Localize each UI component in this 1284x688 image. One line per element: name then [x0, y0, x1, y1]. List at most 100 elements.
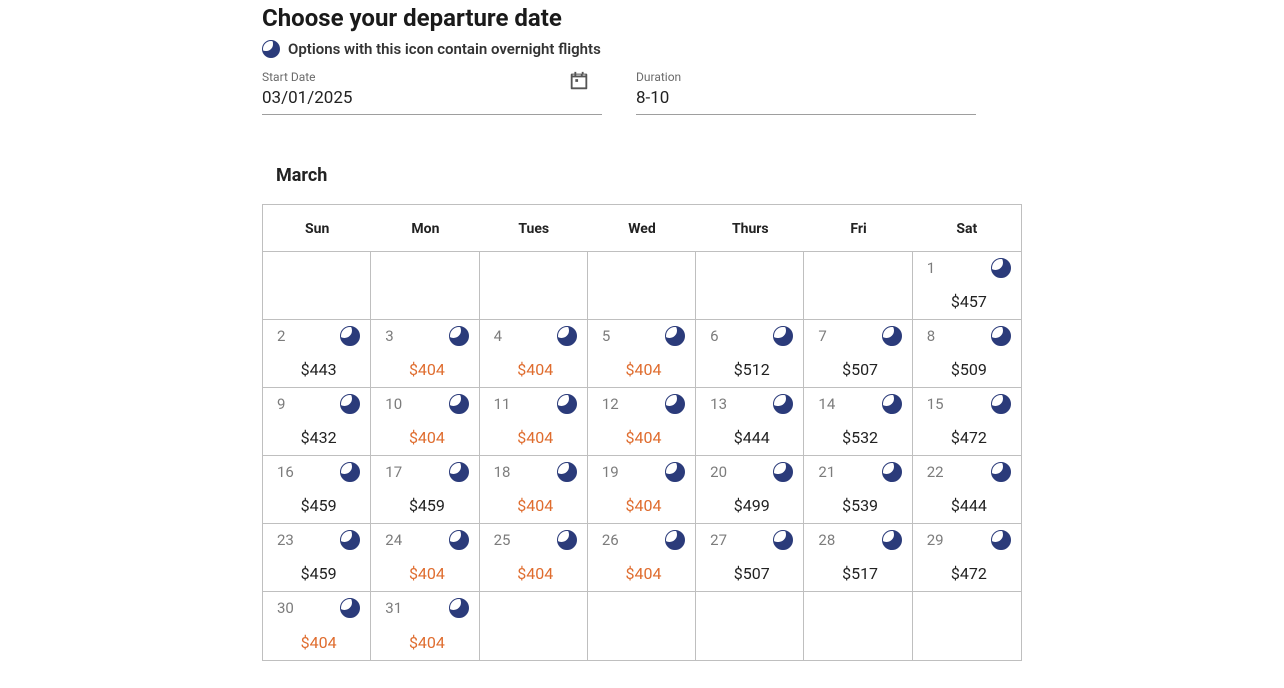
calendar-day-number: 26 — [602, 531, 619, 549]
calendar-cell[interactable]: 2$443 — [263, 320, 371, 388]
calendar-cell[interactable]: 29 $472 — [913, 524, 1021, 592]
overnight-icon — [991, 530, 1011, 550]
calendar-month-label: March — [276, 165, 1022, 186]
calendar-day-price: $539 — [818, 496, 901, 517]
overnight-icon — [449, 394, 469, 414]
calendar-day-price: $404 — [385, 360, 468, 381]
calendar-cell-empty — [588, 252, 696, 320]
calendar-cell[interactable]: 17$459 — [371, 456, 479, 524]
calendar-cell-empty — [480, 592, 588, 660]
calendar-day-number: 18 — [494, 463, 511, 481]
calendar-day-price: $459 — [277, 564, 360, 585]
overnight-icon — [449, 530, 469, 550]
calendar-day-number: 24 — [385, 531, 402, 549]
calendar-cell[interactable]: 30 $404 — [263, 592, 371, 660]
calendar-cell[interactable]: 7$507 — [804, 320, 912, 388]
calendar-cell[interactable]: 16$459 — [263, 456, 371, 524]
calendar-day-price: $472 — [927, 428, 1011, 449]
calendar-cell[interactable]: 12 $404 — [588, 388, 696, 456]
calendar-cell[interactable]: 28$517 — [804, 524, 912, 592]
calendar-cell[interactable]: 3$404 — [371, 320, 479, 388]
calendar-day-price: $404 — [494, 496, 577, 517]
calendar-cell[interactable]: 6$512 — [696, 320, 804, 388]
start-date-input[interactable] — [262, 88, 602, 108]
calendar-day-price: $512 — [710, 360, 793, 381]
calendar-day-number: 23 — [277, 531, 294, 549]
calendar-day-number: 19 — [602, 463, 619, 481]
calendar-cell[interactable]: 25$404 — [480, 524, 588, 592]
calendar-day-price: $443 — [277, 360, 360, 381]
start-date-field[interactable]: Start Date — [262, 70, 602, 115]
overnight-icon — [991, 258, 1011, 278]
overnight-icon — [882, 530, 902, 550]
calendar-day-price: $404 — [277, 633, 360, 654]
calendar-cell[interactable]: 15 $472 — [913, 388, 1021, 456]
calendar-day-price: $432 — [277, 428, 360, 449]
calendar-cell[interactable]: 9 $432 — [263, 388, 371, 456]
calendar-day-price: $507 — [710, 564, 793, 585]
calendar-day-number: 29 — [927, 531, 944, 549]
calendar-day-number: 9 — [277, 395, 285, 413]
calendar-weekday: Mon — [371, 205, 479, 251]
calendar-day-price: $444 — [927, 496, 1011, 517]
overnight-icon — [340, 530, 360, 550]
calendar-cell-empty — [263, 252, 371, 320]
calendar-cell[interactable]: 26 $404 — [588, 524, 696, 592]
duration-label: Duration — [636, 70, 976, 84]
calendar-icon[interactable] — [568, 70, 590, 92]
calendar-cell[interactable]: 1$457 — [913, 252, 1021, 320]
calendar-cell[interactable]: 19$404 — [588, 456, 696, 524]
calendar-day-price: $459 — [277, 496, 360, 517]
calendar-cell[interactable]: 13$444 — [696, 388, 804, 456]
calendar-day-number: 31 — [385, 599, 402, 617]
calendar-cell[interactable]: 27$507 — [696, 524, 804, 592]
duration-input[interactable] — [636, 88, 976, 108]
calendar-cell[interactable]: 31$404 — [371, 592, 479, 660]
calendar-cell-empty — [371, 252, 479, 320]
calendar-cell[interactable]: 20$499 — [696, 456, 804, 524]
calendar-cell[interactable]: 21$539 — [804, 456, 912, 524]
calendar-day-number: 12 — [602, 395, 619, 413]
overnight-icon — [340, 462, 360, 482]
calendar-day-price: $532 — [818, 428, 901, 449]
calendar-cell[interactable]: 8$509 — [913, 320, 1021, 388]
overnight-icon — [665, 462, 685, 482]
calendar-cell[interactable]: 10$404 — [371, 388, 479, 456]
calendar: SunMonTuesWedThursFriSat 1$4572$4433$404… — [262, 204, 1022, 661]
calendar-day-price: $404 — [494, 428, 577, 449]
overnight-icon — [991, 394, 1011, 414]
duration-field[interactable]: Duration — [636, 70, 976, 115]
calendar-day-price: $404 — [602, 564, 685, 585]
overnight-icon — [665, 530, 685, 550]
overnight-icon — [882, 326, 902, 346]
overnight-icon — [340, 326, 360, 346]
calendar-cell-empty — [804, 252, 912, 320]
calendar-cell[interactable]: 14$532 — [804, 388, 912, 456]
calendar-day-price: $404 — [602, 360, 685, 381]
calendar-cell[interactable]: 5$404 — [588, 320, 696, 388]
overnight-icon — [449, 462, 469, 482]
calendar-cell[interactable]: 18 $404 — [480, 456, 588, 524]
calendar-cell[interactable]: 23 $459 — [263, 524, 371, 592]
calendar-day-price: $404 — [602, 428, 685, 449]
calendar-weekday: Fri — [804, 205, 912, 251]
calendar-day-price: $472 — [927, 564, 1011, 585]
overnight-icon — [882, 462, 902, 482]
calendar-day-number: 11 — [494, 395, 511, 413]
calendar-cell-empty — [696, 252, 804, 320]
calendar-day-price: $404 — [494, 360, 577, 381]
calendar-cell[interactable]: 24$404 — [371, 524, 479, 592]
calendar-cell-empty — [696, 592, 804, 660]
overnight-icon — [665, 394, 685, 414]
calendar-day-price: $457 — [927, 292, 1011, 313]
calendar-day-number: 30 — [277, 599, 294, 617]
calendar-cell[interactable]: 22$444 — [913, 456, 1021, 524]
overnight-icon — [557, 462, 577, 482]
calendar-weekday: Wed — [588, 205, 696, 251]
calendar-cell[interactable]: 4$404 — [480, 320, 588, 388]
calendar-day-number: 13 — [710, 395, 727, 413]
calendar-day-number: 28 — [818, 531, 835, 549]
calendar-day-number: 15 — [927, 395, 944, 413]
calendar-cell[interactable]: 11 $404 — [480, 388, 588, 456]
calendar-weekday: Sat — [913, 205, 1021, 251]
